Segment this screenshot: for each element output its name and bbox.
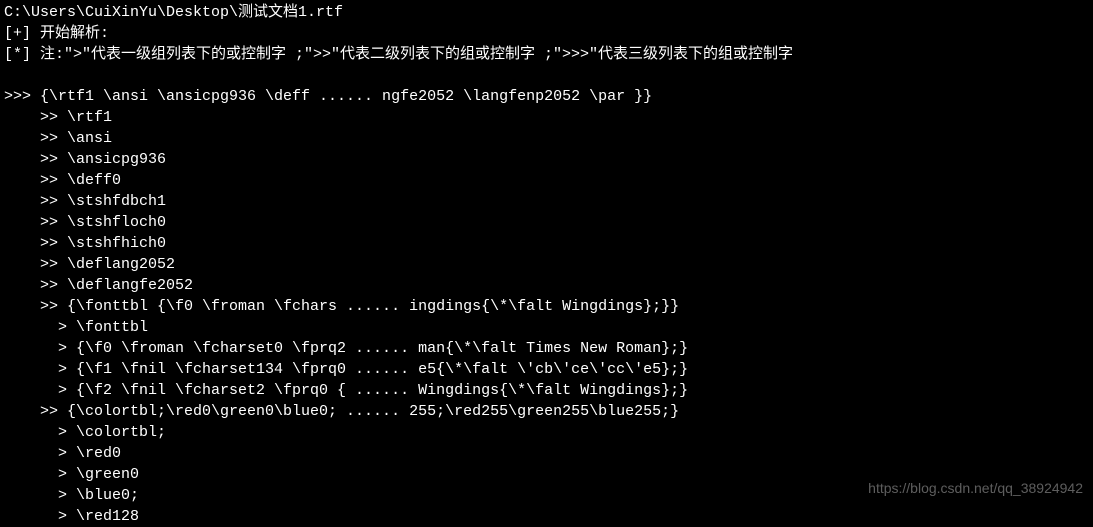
watermark-text: https://blog.csdn.net/qq_38924942 bbox=[868, 479, 1083, 499]
terminal-line: >> \deff0 bbox=[4, 170, 1089, 191]
terminal-line: >>> {\rtf1 \ansi \ansicpg936 \deff .....… bbox=[4, 86, 1089, 107]
terminal-line: >> \rtf1 bbox=[4, 107, 1089, 128]
terminal-line: > {\f2 \fnil \fcharset2 \fprq0 { ...... … bbox=[4, 380, 1089, 401]
terminal-line: > {\f1 \fnil \fcharset134 \fprq0 ...... … bbox=[4, 359, 1089, 380]
terminal-line: [+] 开始解析: bbox=[4, 23, 1089, 44]
terminal-line: >> \stshfloch0 bbox=[4, 212, 1089, 233]
terminal-line: C:\Users\CuiXinYu\Desktop\测试文档1.rtf bbox=[4, 2, 1089, 23]
terminal-line: > \fonttbl bbox=[4, 317, 1089, 338]
terminal-line: >> \stshfdbch1 bbox=[4, 191, 1089, 212]
terminal-line: > \red0 bbox=[4, 443, 1089, 464]
terminal-line: [*] 注:">"代表一级组列表下的或控制字 ;">>"代表二级列表下的组或控制… bbox=[4, 44, 1089, 65]
terminal-line: > \colortbl; bbox=[4, 422, 1089, 443]
terminal-line bbox=[4, 65, 1089, 86]
terminal-line: >> \ansi bbox=[4, 128, 1089, 149]
terminal-line: >> \ansicpg936 bbox=[4, 149, 1089, 170]
terminal-line: > \red128 bbox=[4, 506, 1089, 527]
terminal-line: >> {\colortbl;\red0\green0\blue0; ......… bbox=[4, 401, 1089, 422]
terminal-line: >> {\fonttbl {\f0 \froman \fchars ......… bbox=[4, 296, 1089, 317]
terminal-line: >> \deflang2052 bbox=[4, 254, 1089, 275]
terminal-line: >> \deflangfe2052 bbox=[4, 275, 1089, 296]
terminal-line: > {\f0 \froman \fcharset0 \fprq2 ...... … bbox=[4, 338, 1089, 359]
terminal-output: C:\Users\CuiXinYu\Desktop\测试文档1.rtf[+] 开… bbox=[4, 2, 1089, 527]
terminal-line: >> \stshfhich0 bbox=[4, 233, 1089, 254]
